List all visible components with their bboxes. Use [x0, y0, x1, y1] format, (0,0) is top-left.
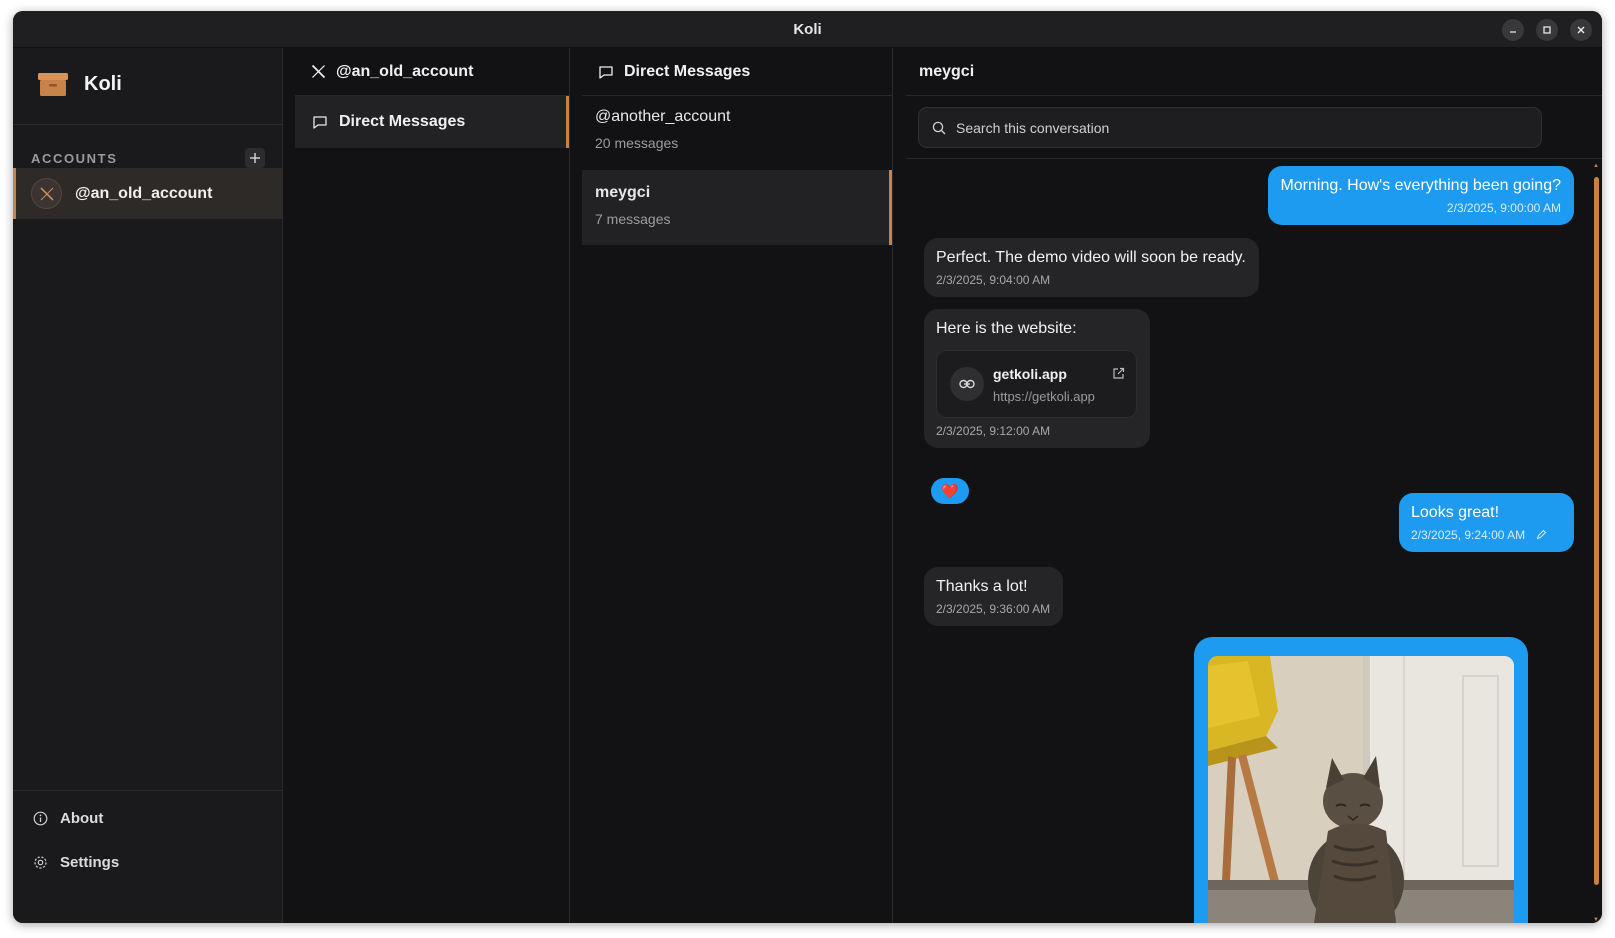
- conversation-name: @another_account: [595, 108, 731, 125]
- message-incoming[interactable]: Thanks a lot! 2/3/2025, 9:36:00 AM: [924, 567, 1064, 626]
- about-label: About: [60, 810, 104, 827]
- message-outgoing[interactable]: Morning. How's everything been going? 2/…: [1268, 166, 1574, 225]
- nav-direct-messages[interactable]: Direct Messages: [295, 96, 569, 148]
- chat-bubble-icon: [599, 65, 613, 79]
- maximize-button[interactable]: [1536, 19, 1558, 41]
- divider: [906, 158, 1602, 159]
- account-panel-title: @an_old_account: [336, 62, 474, 80]
- divider: [13, 124, 283, 125]
- conversation-item[interactable]: meygci 7 messages: [582, 170, 892, 245]
- search-icon: [932, 121, 946, 134]
- conversations-title: Direct Messages: [624, 62, 751, 80]
- external-link-icon[interactable]: [1112, 367, 1125, 385]
- titlebar: Koli: [13, 11, 1602, 48]
- message-count: 20 messages: [595, 135, 679, 151]
- account-panel-header: @an_old_account: [295, 48, 569, 96]
- app-window: Koli Koli ACCOUNTS @an_old_account About…: [13, 11, 1602, 923]
- sidebar: Koli ACCOUNTS @an_old_account About Sett…: [13, 48, 283, 923]
- message-incoming[interactable]: Perfect. The demo video will soon be rea…: [924, 238, 1259, 297]
- message-time: 2/3/2025, 9:24:00 AM: [1411, 528, 1526, 542]
- info-icon: [33, 811, 48, 826]
- gear-icon: [34, 856, 47, 869]
- conversations-header: Direct Messages: [582, 48, 892, 96]
- message-time-row: 2/3/2025, 9:24:00 AM: [1411, 528, 1561, 542]
- chat-bubble-icon: [313, 116, 327, 129]
- archive-box-icon: [37, 70, 69, 98]
- minimize-button[interactable]: [1502, 19, 1524, 41]
- conversation-name: meygci: [595, 184, 651, 201]
- window-title: Koli: [793, 20, 822, 38]
- divider: [13, 790, 283, 791]
- message-text: Thanks a lot!: [936, 578, 1028, 595]
- message-text: Looks great!: [1411, 504, 1500, 521]
- maximize-icon: [1543, 26, 1551, 34]
- reaction-badge[interactable]: ❤️: [931, 478, 969, 504]
- message-text: Here is the website:: [936, 320, 1077, 337]
- account-panel: @an_old_account Direct Messages: [283, 48, 570, 923]
- search-box[interactable]: [918, 107, 1542, 148]
- message-time: 2/3/2025, 9:00:00 AM: [1446, 201, 1561, 215]
- scroll-down-arrow-icon[interactable]: ▼: [1593, 917, 1600, 923]
- close-button[interactable]: [1570, 19, 1592, 41]
- brand: Koli: [37, 70, 122, 98]
- message-time: 2/3/2025, 9:12:00 AM: [936, 424, 1051, 438]
- scroll-up-arrow-icon[interactable]: ▲: [1593, 163, 1600, 169]
- message-time: 2/3/2025, 9:36:00 AM: [936, 602, 1051, 616]
- link-title: getkoli.app: [993, 366, 1067, 382]
- cat-photo-image: [1208, 656, 1514, 923]
- about-button[interactable]: About: [33, 810, 103, 827]
- accounts-header: ACCOUNTS: [31, 148, 265, 168]
- window-controls: [1502, 19, 1592, 41]
- chat-title: meygci: [919, 62, 975, 80]
- x-logo-icon: [31, 178, 62, 209]
- pencil-icon: [1537, 529, 1547, 540]
- minimize-icon: [1510, 31, 1516, 33]
- link-url: https://getkoli.app: [993, 389, 1095, 404]
- message-time: 2/3/2025, 9:04:00 AM: [936, 273, 1051, 287]
- close-icon: [1577, 26, 1585, 34]
- settings-label: Settings: [60, 854, 120, 871]
- conversation-item[interactable]: @another_account 20 messages: [582, 108, 892, 170]
- add-account-button[interactable]: [245, 148, 265, 168]
- account-item[interactable]: @an_old_account: [13, 168, 283, 219]
- x-logo-icon: [311, 64, 326, 79]
- search-input[interactable]: [956, 119, 1516, 136]
- link-preview[interactable]: getkoli.app https://getkoli.app: [936, 350, 1137, 418]
- conversations-panel: Direct Messages @another_account 20 mess…: [570, 48, 893, 923]
- message-outgoing[interactable]: Looks great! 2/3/2025, 9:24:00 AM: [1399, 493, 1574, 552]
- message-incoming[interactable]: Here is the website: getkoli.app https:/…: [924, 309, 1150, 448]
- link-icon: [950, 367, 984, 401]
- account-name: @an_old_account: [75, 184, 213, 202]
- scroll-thumb[interactable]: [1594, 177, 1599, 885]
- accounts-label: ACCOUNTS: [31, 150, 118, 166]
- message-outgoing-image[interactable]: [1194, 637, 1528, 923]
- brand-name: Koli: [84, 72, 122, 95]
- message-count: 7 messages: [595, 211, 671, 227]
- settings-button[interactable]: Settings: [33, 854, 119, 871]
- message-text: Perfect. The demo video will soon be rea…: [936, 249, 1246, 266]
- cat-photo[interactable]: [1208, 656, 1514, 923]
- chat-scrollbar[interactable]: ▲ ▼: [1593, 163, 1600, 923]
- chat-panel: meygci Morning. How's everything been go…: [893, 48, 1602, 923]
- heart-icon: ❤️: [941, 482, 959, 499]
- plus-icon: [250, 153, 260, 163]
- message-text: Morning. How's everything been going?: [1280, 177, 1561, 194]
- chat-header: meygci: [906, 48, 1602, 96]
- nav-label: Direct Messages: [339, 113, 466, 130]
